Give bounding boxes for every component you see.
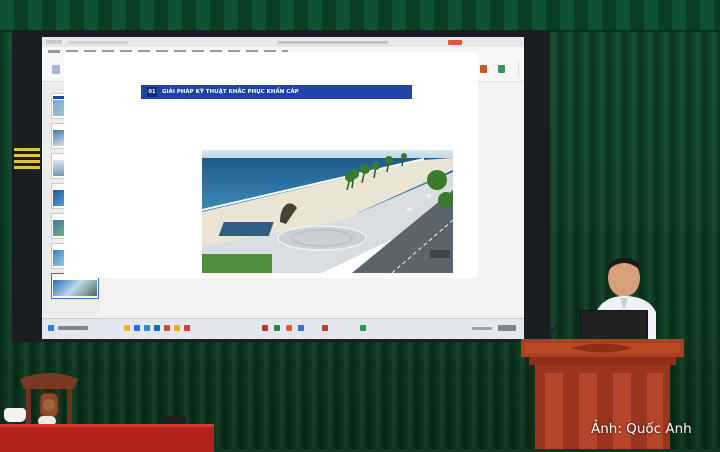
clock xyxy=(498,325,516,331)
laptop xyxy=(580,310,648,342)
word-icon xyxy=(154,325,160,331)
monument-base xyxy=(218,222,274,236)
teacup xyxy=(4,408,26,422)
side-light-stripes xyxy=(14,148,40,172)
powerpoint-taskbar-icon xyxy=(322,325,328,331)
pdf-icon xyxy=(262,325,268,331)
chrome-icon xyxy=(184,325,190,331)
excel-icon xyxy=(274,325,280,331)
paste-icon xyxy=(52,65,60,74)
google-earth-icon xyxy=(360,325,366,331)
share-button xyxy=(448,39,462,45)
powerpoint-icon xyxy=(164,325,170,331)
addins-icon xyxy=(498,65,505,73)
coastal-promenade-rendering xyxy=(202,150,453,273)
red-tablecloth-table xyxy=(0,424,214,452)
windows-taskbar xyxy=(42,318,524,339)
window-controls xyxy=(46,40,62,44)
designer-icon xyxy=(480,65,487,73)
system-tray xyxy=(472,327,492,330)
app-icon xyxy=(174,325,180,331)
green-strip xyxy=(202,254,272,273)
microphone-base xyxy=(162,416,186,424)
zalo-icon xyxy=(298,325,304,331)
curtain-pelmet xyxy=(0,0,720,32)
file-explorer-icon xyxy=(124,325,130,331)
app-icon xyxy=(286,325,292,331)
search-box xyxy=(58,326,88,330)
edge-icon xyxy=(134,325,140,331)
window-title-bar xyxy=(42,37,524,47)
slide-title: GIẢI PHÁP KỸ THUẬT KHẮC PHỤC KHẨN CẤP xyxy=(162,89,299,95)
browser-icon xyxy=(144,325,150,331)
windows-start-icon xyxy=(48,325,54,331)
photo-credit-watermark: Ảnh: Quốc Anh xyxy=(591,421,692,437)
dark-car xyxy=(430,250,450,258)
quick-access-toolbar xyxy=(68,40,128,44)
slide-section-number: 01 xyxy=(147,87,157,97)
file-title-text xyxy=(278,40,388,44)
